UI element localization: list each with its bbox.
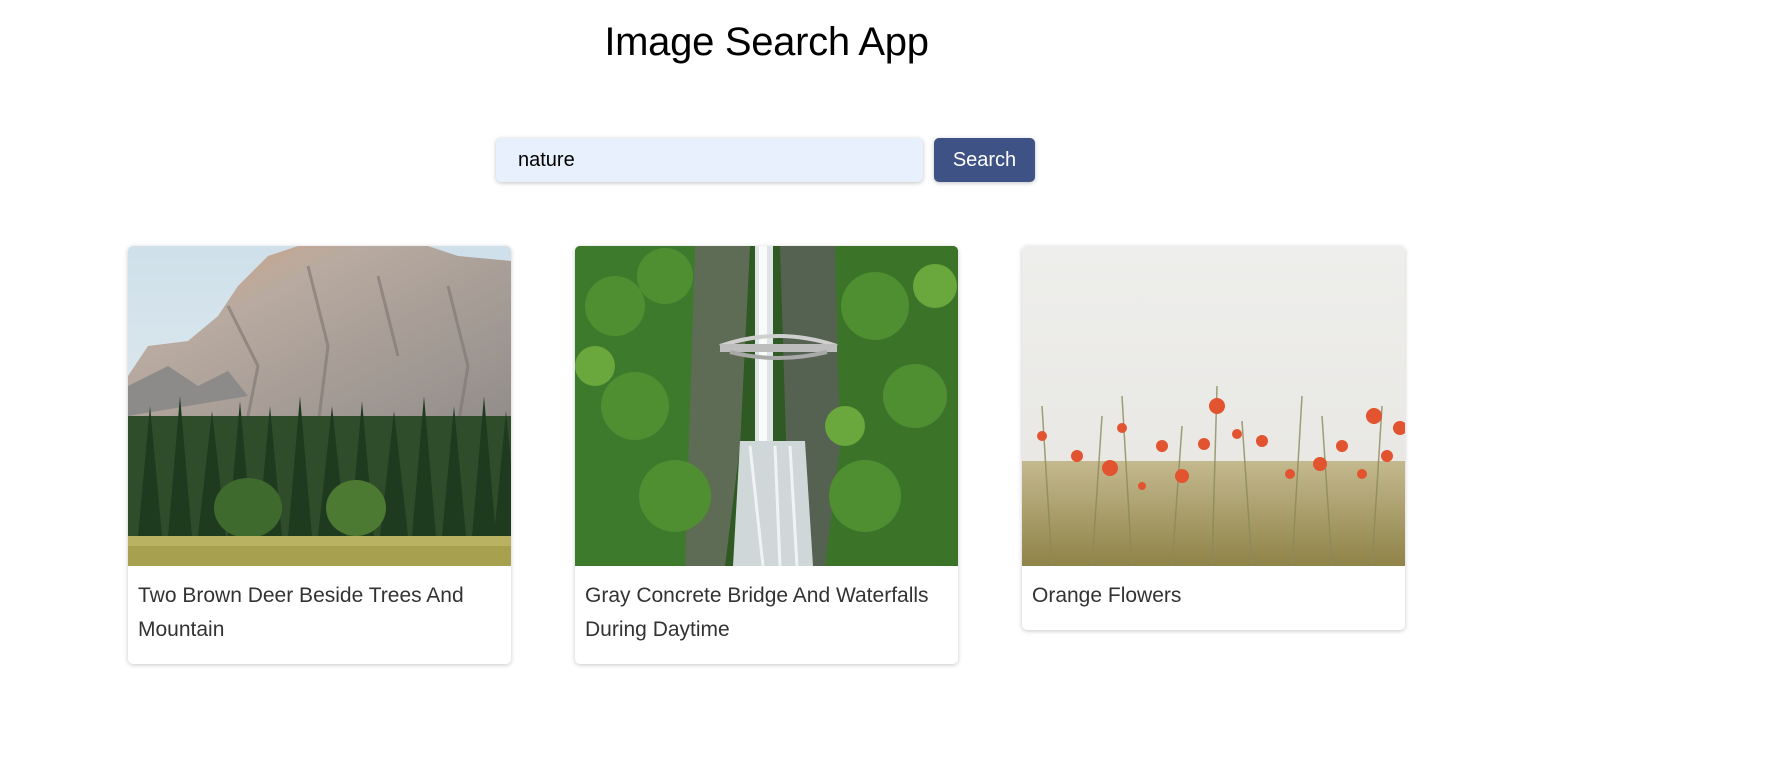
app-title: Image Search App (604, 20, 929, 64)
orange-flowers-image (1022, 246, 1405, 566)
card-caption: Gray Concrete Bridge And Waterfalls Duri… (585, 584, 929, 641)
waterfall-bridge-image (575, 246, 958, 566)
search-button[interactable]: Search (934, 138, 1035, 182)
image-search-page: Image Search App Search (0, 0, 1767, 762)
image-card[interactable]: Gray Concrete Bridge And Waterfalls Duri… (575, 246, 958, 664)
search-input[interactable] (496, 138, 923, 182)
image-card[interactable]: Two Brown Deer Beside Trees And Mountain (128, 246, 511, 664)
card-caption: Two Brown Deer Beside Trees And Mountain (138, 584, 464, 641)
mountain-forest-image (128, 246, 511, 566)
image-card[interactable]: Orange Flowers (1022, 246, 1405, 630)
card-caption: Orange Flowers (1032, 584, 1182, 607)
